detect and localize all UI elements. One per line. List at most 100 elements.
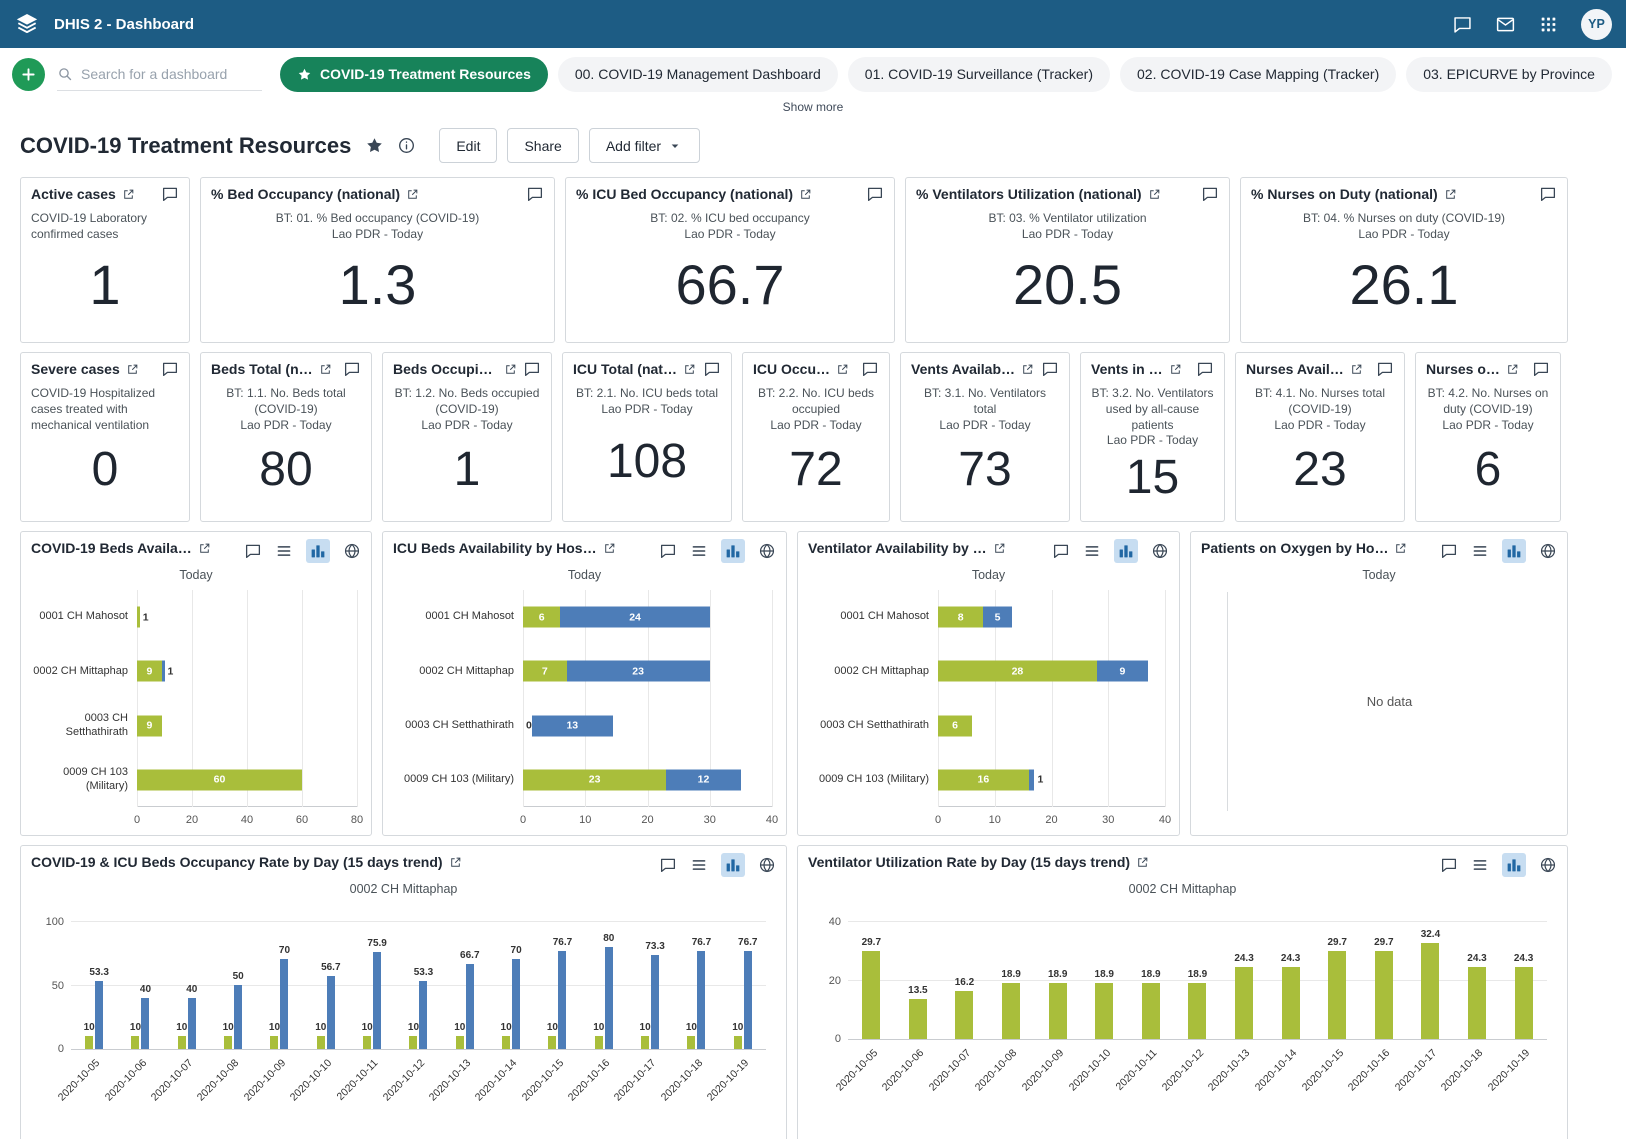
- new-dashboard-button[interactable]: [12, 58, 45, 91]
- openinnew-icon[interactable]: [1444, 188, 1457, 201]
- globe-icon[interactable]: [1539, 542, 1557, 560]
- chat-icon[interactable]: [1196, 360, 1214, 378]
- avatar[interactable]: YP: [1581, 9, 1612, 40]
- bar-chart-icon[interactable]: [1502, 853, 1526, 877]
- bar[interactable]: 29.7: [1375, 951, 1393, 1039]
- openinnew-icon[interactable]: [993, 542, 1006, 555]
- chat-icon[interactable]: [1041, 360, 1059, 378]
- bar[interactable]: 10: [456, 1036, 464, 1049]
- list-icon[interactable]: [1471, 542, 1489, 560]
- bar-chart-icon[interactable]: [1502, 539, 1526, 563]
- chat-icon[interactable]: [523, 360, 541, 378]
- apps-icon[interactable]: [1538, 14, 1559, 35]
- bar[interactable]: 32.4: [1421, 943, 1439, 1039]
- bar[interactable]: 70: [512, 959, 520, 1049]
- chat-icon[interactable]: [659, 856, 677, 874]
- globe-icon[interactable]: [1151, 542, 1169, 560]
- list-icon[interactable]: [1083, 542, 1101, 560]
- dhis2-logo-icon[interactable]: [14, 11, 40, 37]
- bar[interactable]: 24.3: [1282, 967, 1300, 1039]
- bar[interactable]: 13.5: [909, 999, 927, 1039]
- bar-segment[interactable]: 5: [983, 607, 1011, 628]
- bar-segment[interactable]: 9: [1097, 661, 1148, 682]
- bar[interactable]: 18.9: [1002, 983, 1020, 1039]
- bar-segment[interactable]: 23: [567, 661, 710, 682]
- bar[interactable]: 18.9: [1049, 983, 1067, 1039]
- openinnew-icon[interactable]: [603, 542, 616, 555]
- add-filter-button[interactable]: Add filter: [589, 128, 700, 163]
- openinnew-icon[interactable]: [799, 188, 812, 201]
- bar-segment[interactable]: 8: [938, 607, 983, 628]
- list-icon[interactable]: [690, 856, 708, 874]
- chat-icon[interactable]: [1440, 856, 1458, 874]
- chat-icon[interactable]: [1532, 360, 1550, 378]
- bar[interactable]: 16.2: [955, 991, 973, 1039]
- bar-chart-icon[interactable]: [721, 539, 745, 563]
- bar-chart-icon[interactable]: [306, 539, 330, 563]
- chat-icon[interactable]: [1376, 360, 1394, 378]
- bar-segment[interactable]: 9: [137, 715, 162, 736]
- messages-icon[interactable]: [1452, 14, 1473, 35]
- bar[interactable]: 53.3: [95, 981, 103, 1049]
- bar[interactable]: 66.7: [466, 964, 474, 1049]
- chat-icon[interactable]: [343, 360, 361, 378]
- bar[interactable]: 76.7: [558, 951, 566, 1049]
- info-icon[interactable]: [397, 136, 416, 155]
- bar[interactable]: 10: [363, 1036, 371, 1049]
- bar-segment[interactable]: [137, 607, 140, 628]
- openinnew-icon[interactable]: [198, 542, 211, 555]
- dashboard-chip[interactable]: 02. COVID-19 Case Mapping (Tracker): [1120, 57, 1396, 92]
- mail-icon[interactable]: [1495, 14, 1516, 35]
- chat-icon[interactable]: [1201, 185, 1219, 203]
- list-icon[interactable]: [1471, 856, 1489, 874]
- bar[interactable]: 10: [131, 1036, 139, 1049]
- bar[interactable]: 10: [270, 1036, 278, 1049]
- bar[interactable]: 10: [317, 1036, 325, 1049]
- bar-segment[interactable]: [1029, 769, 1035, 790]
- edit-button[interactable]: Edit: [439, 128, 497, 163]
- bar-segment[interactable]: 9: [137, 661, 162, 682]
- openinnew-icon[interactable]: [122, 188, 135, 201]
- bar[interactable]: 76.7: [744, 951, 752, 1049]
- show-more-toggle[interactable]: Show more: [0, 100, 1626, 118]
- openinnew-icon[interactable]: [1148, 188, 1161, 201]
- chat-icon[interactable]: [244, 542, 262, 560]
- chat-icon[interactable]: [161, 360, 179, 378]
- openinnew-icon[interactable]: [1169, 363, 1182, 376]
- bar[interactable]: 18.9: [1142, 983, 1160, 1039]
- bar[interactable]: 24.3: [1468, 967, 1486, 1039]
- bar[interactable]: 53.3: [419, 981, 427, 1049]
- bar[interactable]: 29.7: [862, 951, 880, 1039]
- chat-icon[interactable]: [1052, 542, 1070, 560]
- chat-icon[interactable]: [659, 542, 677, 560]
- openinnew-icon[interactable]: [406, 188, 419, 201]
- bar[interactable]: 75.9: [373, 952, 381, 1049]
- bar-segment[interactable]: 7: [523, 661, 567, 682]
- chat-icon[interactable]: [161, 185, 179, 203]
- bar-chart-icon[interactable]: [1114, 539, 1138, 563]
- openinnew-icon[interactable]: [1136, 856, 1149, 869]
- bar-segment[interactable]: 16: [938, 769, 1029, 790]
- openinnew-icon[interactable]: [1506, 363, 1519, 376]
- bar[interactable]: 29.7: [1328, 951, 1346, 1039]
- openinnew-icon[interactable]: [504, 363, 517, 376]
- star-dashboard-icon[interactable]: [365, 136, 384, 155]
- bar-segment[interactable]: 24: [560, 607, 709, 628]
- openinnew-icon[interactable]: [126, 363, 139, 376]
- bar[interactable]: 10: [502, 1036, 510, 1049]
- bar[interactable]: 73.3: [651, 955, 659, 1049]
- openinnew-icon[interactable]: [1394, 542, 1407, 555]
- list-icon[interactable]: [275, 542, 293, 560]
- bar[interactable]: 10: [409, 1036, 417, 1049]
- bar[interactable]: 18.9: [1095, 983, 1113, 1039]
- globe-icon[interactable]: [343, 542, 361, 560]
- bar[interactable]: 10: [85, 1036, 93, 1049]
- share-button[interactable]: Share: [507, 128, 578, 163]
- bar[interactable]: 80: [605, 947, 613, 1049]
- bar[interactable]: 24.3: [1515, 967, 1533, 1039]
- bar-segment[interactable]: 6: [523, 607, 560, 628]
- bar[interactable]: 10: [548, 1036, 556, 1049]
- bar-segment[interactable]: 60: [137, 769, 302, 790]
- bar[interactable]: 70: [280, 959, 288, 1049]
- chat-icon[interactable]: [1539, 185, 1557, 203]
